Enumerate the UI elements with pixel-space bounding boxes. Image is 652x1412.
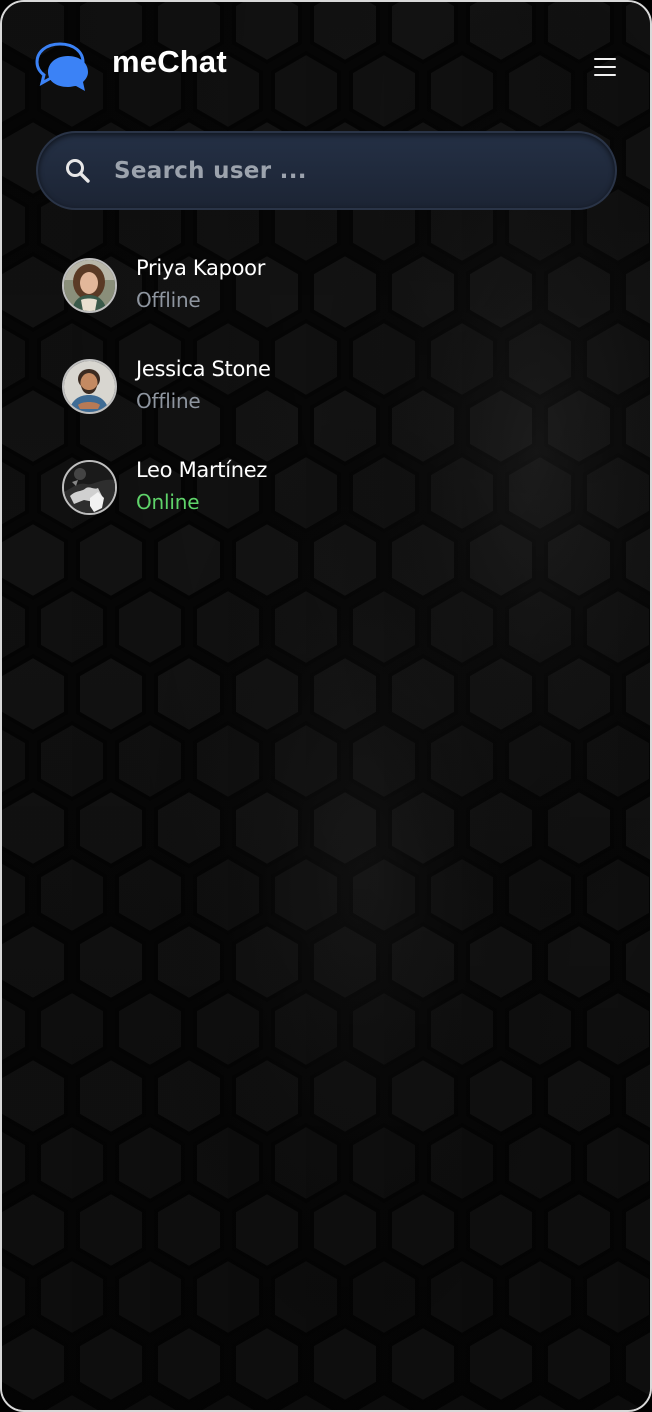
avatar bbox=[62, 359, 117, 414]
contact-item-priya-kapoor[interactable]: Priya Kapoor Offline bbox=[58, 252, 438, 322]
search-bar[interactable] bbox=[36, 131, 617, 210]
chat-bubbles-icon bbox=[35, 42, 88, 91]
contact-status: Online bbox=[136, 490, 200, 514]
contact-status: Offline bbox=[136, 389, 201, 413]
menu-bar-top bbox=[594, 58, 616, 60]
contact-status: Offline bbox=[136, 288, 201, 312]
search-icon bbox=[66, 159, 90, 183]
contact-name: Priya Kapoor bbox=[136, 256, 266, 280]
contact-name: Leo Martínez bbox=[136, 458, 268, 482]
contact-item-leo-martinez[interactable]: Leo Martínez Online bbox=[58, 454, 438, 524]
hamburger-menu-icon[interactable] bbox=[588, 52, 622, 82]
main-content: meChat Search user ... Priya Kapoor Offl… bbox=[2, 2, 650, 1410]
avatar bbox=[62, 460, 117, 515]
app-header: meChat bbox=[2, 2, 650, 122]
search-input[interactable] bbox=[112, 151, 582, 191]
avatar bbox=[62, 258, 117, 313]
menu-bar-bottom bbox=[594, 74, 616, 76]
contact-name: Jessica Stone bbox=[136, 357, 271, 381]
app-window: meChat Search user ... Priya Kapoor Offl… bbox=[0, 0, 652, 1412]
app-title: meChat bbox=[112, 44, 227, 79]
contact-item-jessica-stone[interactable]: Jessica Stone Offline bbox=[58, 353, 438, 423]
menu-bar-middle bbox=[594, 66, 616, 68]
